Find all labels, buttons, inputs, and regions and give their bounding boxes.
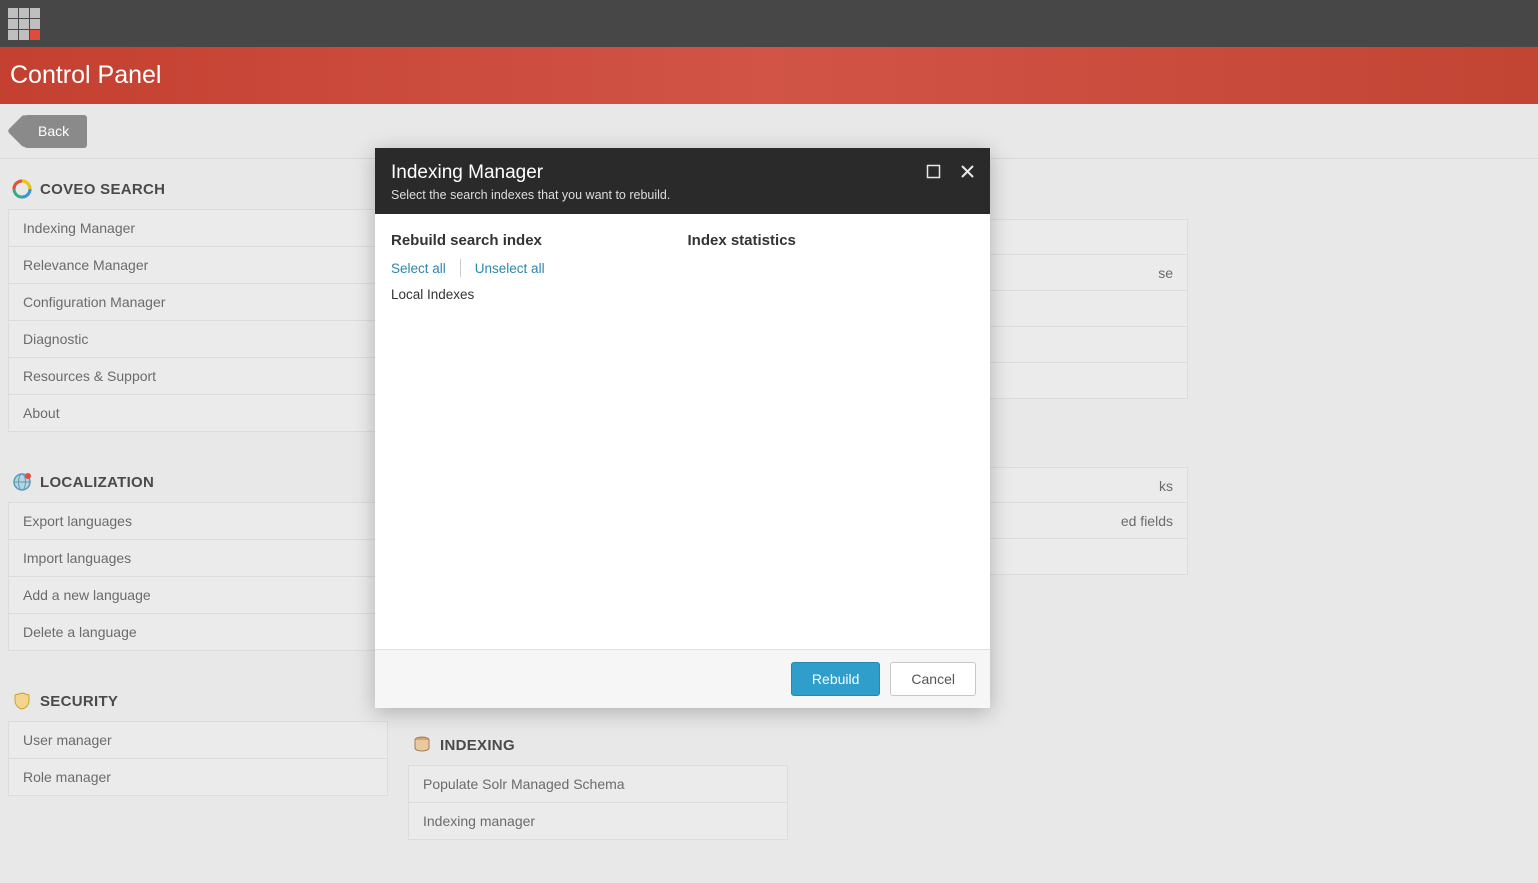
rebuild-button[interactable]: Rebuild [791, 662, 880, 696]
section-title-indexing: INDEXING [440, 737, 515, 754]
sidebar-item-export-languages[interactable]: Export languages [8, 502, 388, 540]
dialog-body: Rebuild search index Select all Unselect… [375, 214, 990, 649]
select-divider [460, 259, 461, 277]
sidebar-item-role-manager[interactable]: Role manager [8, 759, 388, 796]
column-1: COVEO SEARCH Indexing Manager Relevance … [8, 179, 388, 840]
maximize-icon[interactable] [924, 162, 942, 180]
dialog-footer: Rebuild Cancel [375, 649, 990, 708]
sidebar-item-user-manager[interactable]: User manager [8, 721, 388, 759]
globe-icon [12, 472, 32, 492]
section-items-localization: Export languages Import languages Add a … [8, 502, 388, 651]
section-coveo: COVEO SEARCH Indexing Manager Relevance … [8, 179, 388, 432]
section-localization: LOCALIZATION Export languages Import lan… [8, 472, 388, 651]
dialog-window-controls [924, 162, 976, 180]
dialog-right-col: Index statistics [688, 232, 975, 631]
sidebar-item-delete-language[interactable]: Delete a language [8, 614, 388, 651]
topbar [0, 0, 1538, 47]
col3-item-6-tail: ed fields [1121, 513, 1173, 529]
dialog-title: Indexing Manager [391, 162, 974, 184]
sidebar-item-about[interactable]: About [8, 395, 388, 432]
dialog-subtitle: Select the search indexes that you want … [391, 188, 974, 202]
back-button-label: Back [38, 123, 69, 139]
header: Control Panel [0, 47, 1538, 104]
close-icon[interactable] [958, 162, 976, 180]
section-header-localization: LOCALIZATION [8, 472, 388, 502]
sidebar-item-indexing-manager-2[interactable]: Indexing manager [408, 803, 788, 840]
shield-icon [12, 691, 32, 711]
section-title-security: SECURITY [40, 693, 118, 710]
sidebar-item-indexing-manager[interactable]: Indexing Manager [8, 209, 388, 247]
section-security: SECURITY User manager Role manager [8, 691, 388, 796]
app-logo-icon[interactable] [8, 8, 40, 40]
unselect-all-link[interactable]: Unselect all [475, 261, 545, 276]
sidebar-item-resources-support[interactable]: Resources & Support [8, 358, 388, 395]
section-header-coveo: COVEO SEARCH [8, 179, 388, 209]
sidebar-item-import-languages[interactable]: Import languages [8, 540, 388, 577]
indexing-manager-dialog: Indexing Manager Select the search index… [375, 148, 990, 708]
sidebar-item-configuration-manager[interactable]: Configuration Manager [8, 284, 388, 321]
index-statistics-title: Index statistics [688, 232, 975, 249]
sidebar-item-diagnostic[interactable]: Diagnostic [8, 321, 388, 358]
section-items-indexing: Populate Solr Managed Schema Indexing ma… [408, 765, 788, 840]
sidebar-item-populate-solr[interactable]: Populate Solr Managed Schema [408, 765, 788, 803]
sidebar-item-relevance-manager[interactable]: Relevance Manager [8, 247, 388, 284]
coveo-icon [12, 179, 32, 199]
section-title-localization: LOCALIZATION [40, 474, 154, 491]
page-title: Control Panel [10, 61, 161, 90]
col3-item-5-tail: ks [1159, 478, 1173, 494]
col3-item-1-tail: se [1158, 265, 1173, 281]
section-indexing: INDEXING Populate Solr Managed Schema In… [408, 735, 788, 840]
index-item-local[interactable]: Local Indexes [391, 287, 678, 302]
dialog-header: Indexing Manager Select the search index… [375, 148, 990, 214]
back-button[interactable]: Back [24, 115, 87, 148]
indexing-icon [412, 735, 432, 755]
select-all-link[interactable]: Select all [391, 261, 446, 276]
cancel-button[interactable]: Cancel [890, 662, 976, 696]
select-actions: Select all Unselect all [391, 259, 678, 277]
section-items-security: User manager Role manager [8, 721, 388, 796]
rebuild-index-title: Rebuild search index [391, 232, 678, 249]
section-header-security: SECURITY [8, 691, 388, 721]
section-header-indexing: INDEXING [408, 735, 788, 765]
sidebar-item-add-language[interactable]: Add a new language [8, 577, 388, 614]
section-title-coveo: COVEO SEARCH [40, 181, 165, 198]
section-items-coveo: Indexing Manager Relevance Manager Confi… [8, 209, 388, 432]
dialog-left-col: Rebuild search index Select all Unselect… [391, 232, 678, 631]
